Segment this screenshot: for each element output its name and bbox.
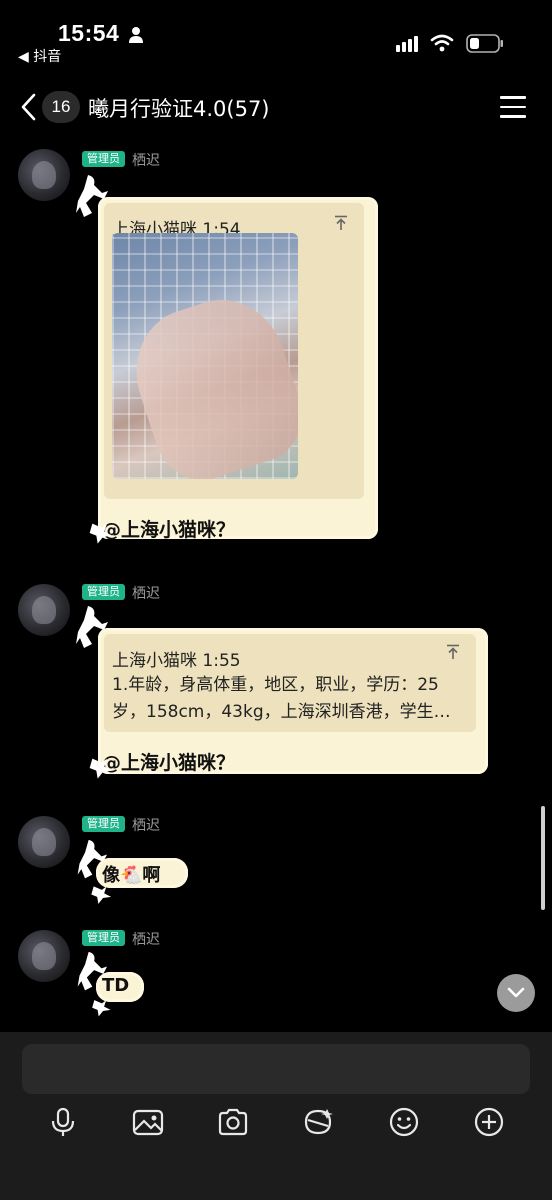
camera-icon xyxy=(218,1108,248,1136)
role-badge: 管理员 xyxy=(82,930,125,946)
image-icon xyxy=(132,1109,164,1136)
bubble-figure-decoration xyxy=(91,886,112,904)
more-button[interactable] xyxy=(473,1106,505,1138)
scroll-to-bottom-button[interactable] xyxy=(497,974,535,1012)
message-text: @上海小猫咪？ xyxy=(102,752,236,774)
chevron-down-icon xyxy=(507,987,525,998)
scroll-indicator[interactable] xyxy=(541,806,545,910)
sticker-button[interactable] xyxy=(302,1106,334,1138)
wifi-icon xyxy=(430,34,454,52)
message-bubble[interactable]: 上海小猫咪 1:55 1.年龄，身高体重，地区，职业，学历：25 岁，158cm… xyxy=(98,628,488,774)
status-bar: 15:54 ◀ 抖音 xyxy=(0,0,552,70)
sticker-icon xyxy=(304,1109,333,1135)
clock: 15:54 xyxy=(58,20,120,46)
avatar[interactable] xyxy=(18,816,70,868)
emoji-button[interactable] xyxy=(388,1106,420,1138)
message-input[interactable] xyxy=(22,1044,530,1094)
message-text: @上海小猫咪？ xyxy=(102,519,236,541)
back-to-app-link[interactable]: ◀ 抖音 xyxy=(18,46,61,66)
battery-icon xyxy=(466,34,503,53)
avatar[interactable] xyxy=(18,930,70,982)
quote-sender-time: 上海小猫咪 1:55 xyxy=(112,651,241,671)
gallery-button[interactable] xyxy=(132,1106,164,1138)
quote-text-line-2: 岁，158cm，43kg，上海深圳香港，学生… xyxy=(112,702,451,722)
sender-name: 栖迟 xyxy=(132,818,160,834)
back-button[interactable] xyxy=(18,92,40,122)
plus-icon xyxy=(474,1107,504,1137)
message-1: 管理员 栖迟 上海小猫咪 1:54 @上海小猫咪？ xyxy=(0,145,552,565)
chat-header: 16 曦月行验证4.0(57) xyxy=(0,80,552,136)
jump-to-original-icon[interactable] xyxy=(334,215,348,231)
avatar[interactable] xyxy=(18,149,70,201)
person-icon xyxy=(129,27,143,43)
bubble-figure-decoration xyxy=(89,523,113,544)
sender-name: 栖迟 xyxy=(132,932,160,948)
quote-text-line-1: 1.年龄，身高体重，地区，职业，学历：25 xyxy=(112,675,439,695)
microphone-icon xyxy=(51,1107,75,1136)
camera-button[interactable] xyxy=(217,1106,249,1138)
message-text: TD xyxy=(102,975,130,996)
message-bubble[interactable]: 上海小猫咪 1:54 @上海小猫咪？ xyxy=(98,197,378,541)
input-bar xyxy=(0,1032,552,1200)
quoted-message[interactable]: 上海小猫咪 1:55 1.年龄，身高体重，地区，职业，学历：25 岁，158cm… xyxy=(104,634,476,732)
chat-title: 曦月行验证4.0(57) xyxy=(88,97,270,121)
unread-count-badge[interactable]: 16 xyxy=(42,91,80,123)
role-badge: 管理员 xyxy=(82,816,125,832)
menu-line xyxy=(500,96,526,99)
sender-name: 栖迟 xyxy=(132,586,160,602)
menu-button[interactable] xyxy=(500,96,526,118)
emoji-icon xyxy=(389,1107,419,1137)
cellular-signal-icon xyxy=(396,36,418,52)
voice-button[interactable] xyxy=(47,1106,79,1138)
quoted-photo[interactable] xyxy=(112,233,298,479)
menu-line xyxy=(500,115,526,118)
jump-to-original-icon[interactable] xyxy=(446,644,460,660)
message-4: 管理员 栖迟 TD xyxy=(0,926,552,1026)
avatar[interactable] xyxy=(18,584,70,636)
bubble-figure-decoration xyxy=(92,1000,111,1017)
bubble-figure-decoration xyxy=(89,758,113,779)
role-badge: 管理员 xyxy=(82,584,125,600)
quoted-message[interactable]: 上海小猫咪 1:54 xyxy=(104,203,364,499)
role-badge: 管理员 xyxy=(82,151,125,167)
message-2: 管理员 栖迟 上海小猫咪 1:55 1.年龄，身高体重，地区，职业，学历：25 … xyxy=(0,580,552,790)
sender-name: 栖迟 xyxy=(132,153,160,169)
message-3: 管理员 栖迟 像🐔啊 xyxy=(0,812,552,912)
menu-line xyxy=(500,105,526,108)
